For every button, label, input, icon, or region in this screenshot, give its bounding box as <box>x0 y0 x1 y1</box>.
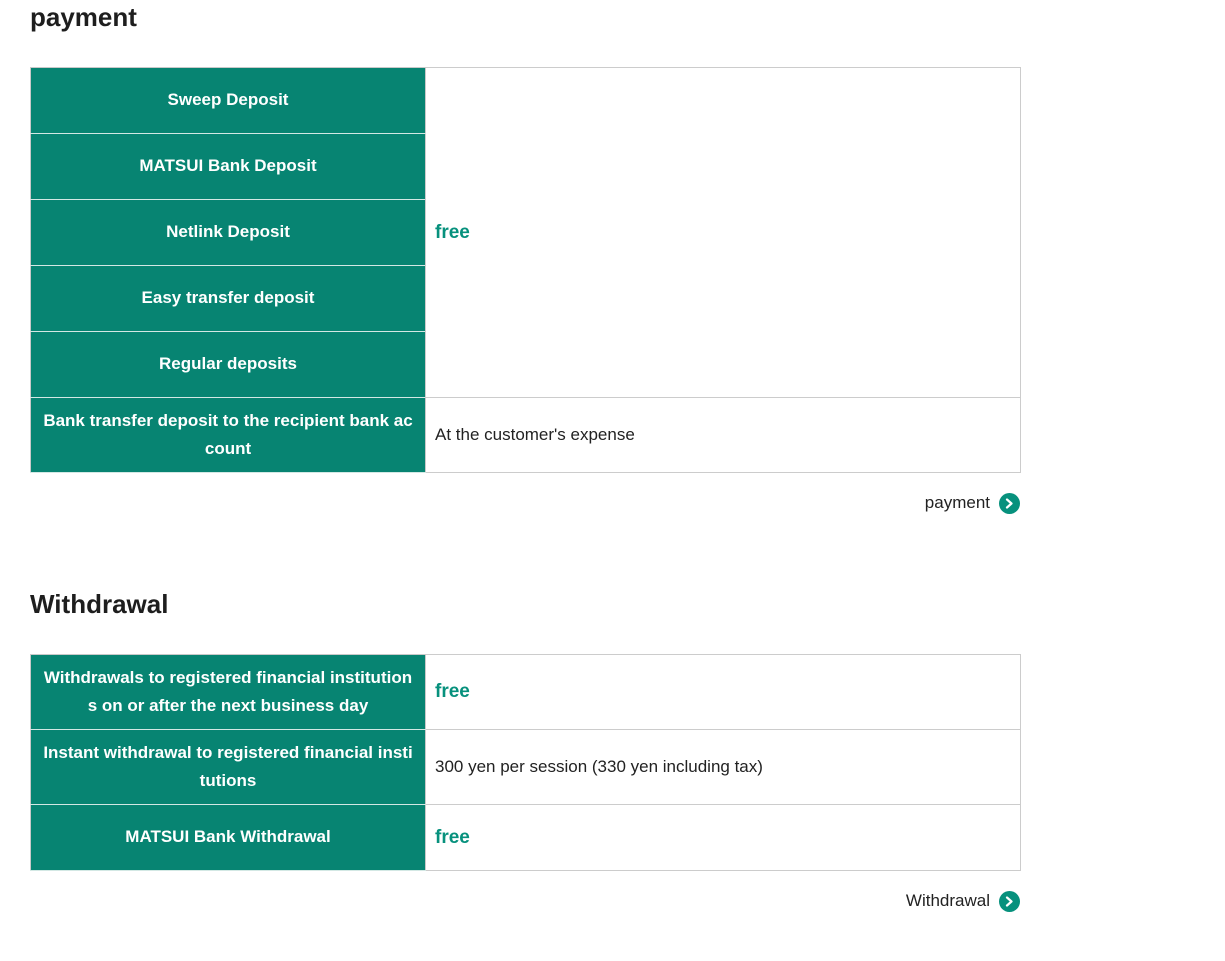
fee-value: free <box>425 67 1021 398</box>
row-label: Netlink Deposit <box>30 199 426 266</box>
row-label: Withdrawals to registered financial inst… <box>30 654 426 730</box>
withdrawal-details-link[interactable]: Withdrawal <box>30 890 1020 912</box>
fee-value: 300 yen per session (330 yen including t… <box>425 729 1021 805</box>
row-label: Instant withdrawal to registered financi… <box>30 729 426 805</box>
payment-fee-table: Sweep Deposit free MATSUI Bank Deposit N… <box>30 67 1021 473</box>
fee-value: free <box>425 654 1021 730</box>
row-label: MATSUI Bank Deposit <box>30 133 426 200</box>
payment-details-link[interactable]: payment <box>30 492 1020 514</box>
withdrawal-fee-table: Withdrawals to registered financial inst… <box>30 654 1021 871</box>
payment-section: payment Sweep Deposit free MATSUI Bank D… <box>30 0 1021 514</box>
table-row: Withdrawals to registered financial inst… <box>30 654 1021 730</box>
table-row: Bank transfer deposit to the recipient b… <box>30 397 1021 473</box>
chevron-right-circle-icon <box>999 890 1020 912</box>
table-row: Sweep Deposit free <box>30 67 1021 398</box>
row-label: Easy transfer deposit <box>30 265 426 332</box>
withdrawal-heading: Withdrawal <box>30 589 169 619</box>
row-label: Bank transfer deposit to the recipient b… <box>30 397 426 473</box>
row-label: Regular deposits <box>30 331 426 398</box>
link-label: payment <box>924 493 990 512</box>
chevron-right-circle-icon <box>999 492 1020 514</box>
fee-value: free <box>425 804 1021 871</box>
payment-heading: payment <box>30 2 137 32</box>
row-label: MATSUI Bank Withdrawal <box>30 804 426 871</box>
table-row: Instant withdrawal to registered financi… <box>30 729 1021 805</box>
fee-value: At the customer's expense <box>425 397 1021 473</box>
row-label: Sweep Deposit <box>30 67 426 134</box>
link-label: Withdrawal <box>905 891 990 910</box>
table-row: MATSUI Bank Withdrawal free <box>30 804 1021 871</box>
withdrawal-section: Withdrawal Withdrawals to registered fin… <box>30 587 1021 912</box>
